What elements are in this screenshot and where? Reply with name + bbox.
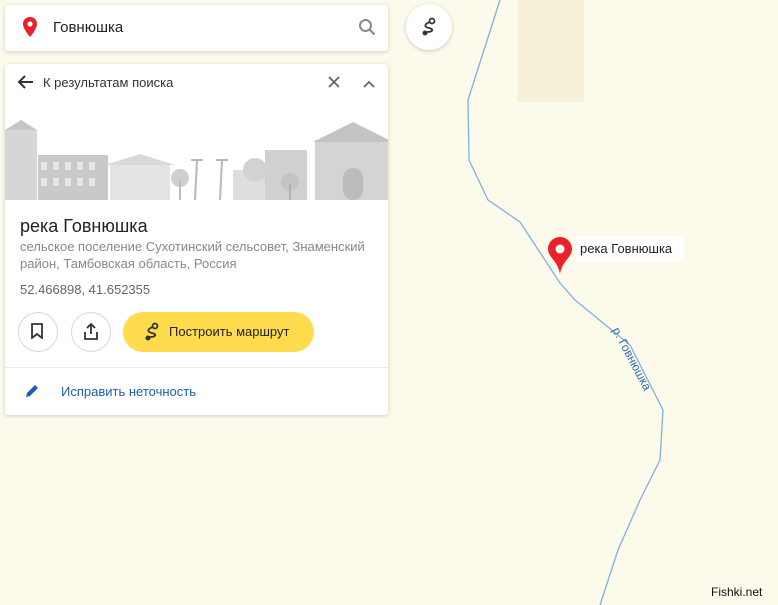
search-bar[interactable]: Говнюшка [5, 5, 388, 51]
place-title: река Говнюшка [20, 216, 148, 236]
search-query[interactable]: Говнюшка [53, 19, 123, 36]
place-card: К результатам поиска река Говнюшка сельс… [5, 64, 388, 415]
bookmark-button[interactable] [18, 312, 58, 352]
place-address: сельское поселение Сухотинский сельсовет… [20, 239, 365, 271]
pencil-icon[interactable] [24, 383, 40, 404]
watermark: Fishki.net [711, 585, 763, 599]
fix-inaccuracy-link[interactable]: Исправить неточность [61, 384, 196, 399]
bookmark-icon [31, 323, 43, 339]
back-to-results-link[interactable]: К результатам поиска [43, 75, 173, 90]
share-icon [84, 323, 98, 340]
river-label: р. Говнюшка [609, 325, 654, 393]
route-icon [145, 322, 159, 341]
place-coordinates[interactable]: 52.466898, 41.652355 [20, 282, 150, 297]
build-route-label: Построить маршрут [169, 324, 290, 339]
field-area [518, 0, 584, 102]
marker-label[interactable]: река Говнюшка [576, 236, 685, 262]
village-illustration [5, 120, 388, 200]
close-icon[interactable] [328, 75, 340, 93]
search-icon[interactable] [358, 18, 376, 41]
chevron-up-icon[interactable] [363, 76, 375, 94]
map-pin-icon [23, 17, 37, 42]
place-marker-icon[interactable] [548, 237, 572, 280]
routes-button[interactable] [406, 4, 452, 50]
card-divider [5, 367, 388, 368]
build-route-button[interactable]: Построить маршрут [123, 312, 314, 352]
share-button[interactable] [71, 312, 111, 352]
card-header: К результатам поиска [5, 64, 388, 102]
back-arrow-icon[interactable] [17, 74, 35, 95]
route-icon [422, 17, 436, 36]
